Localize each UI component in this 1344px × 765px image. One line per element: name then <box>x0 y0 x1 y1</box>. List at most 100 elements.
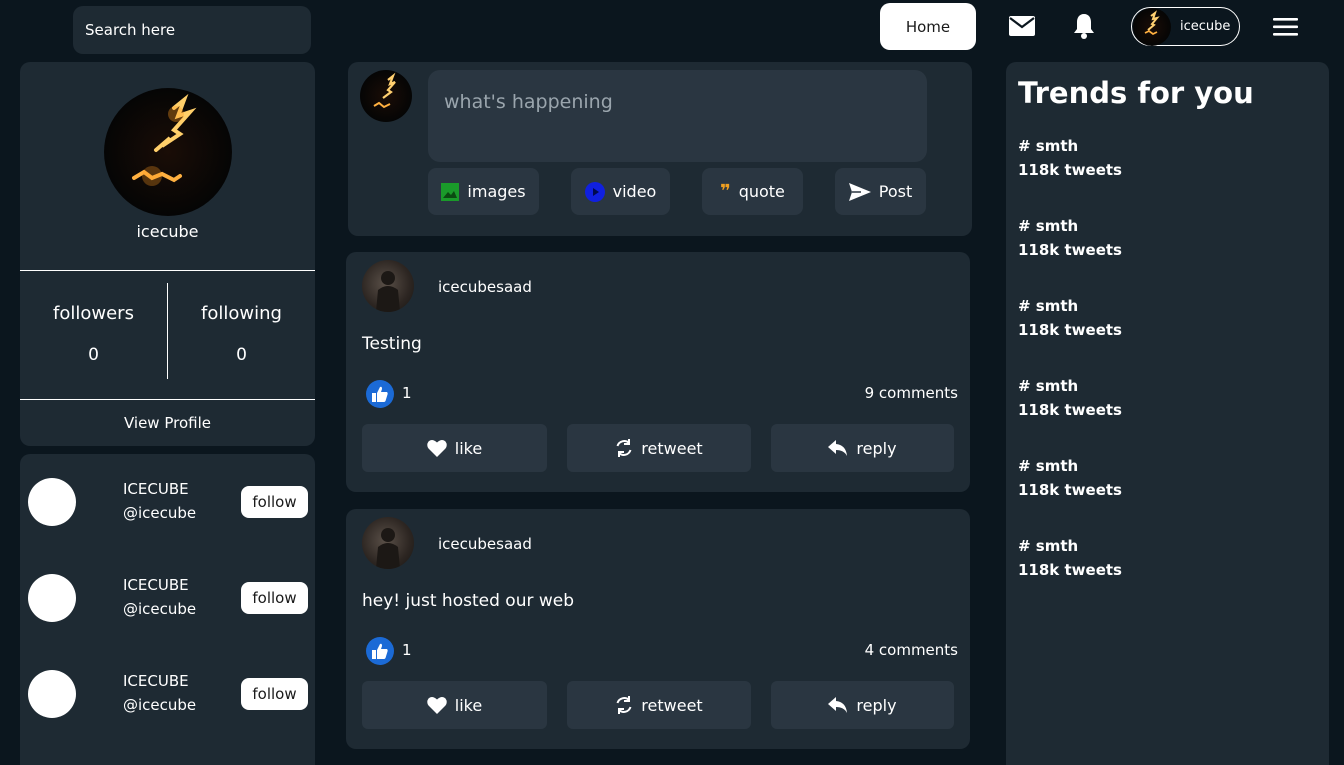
avatar <box>28 574 76 622</box>
quote-icon: ❞ <box>720 181 731 202</box>
compose-input[interactable]: what's happening <box>428 70 927 162</box>
follow-button[interactable]: follow <box>241 678 308 710</box>
trend-tag: # smth <box>1018 217 1079 235</box>
suggestions-card: ICECUBE @icecube follow ICECUBE @icecube… <box>20 454 315 765</box>
following-label: following <box>201 303 282 324</box>
retweet-button[interactable]: retweet <box>567 424 751 472</box>
user-name: icecube <box>1180 19 1231 34</box>
avatar <box>28 478 76 526</box>
suggestion-handle: @icecube <box>123 600 197 618</box>
menu-icon[interactable] <box>1273 17 1298 37</box>
video-button[interactable]: video <box>571 168 670 215</box>
trend-count: 118k tweets <box>1018 561 1122 579</box>
trend-item[interactable]: # smth 118k tweets <box>1018 294 1122 342</box>
trend-tag: # smth <box>1018 377 1079 395</box>
reply-icon <box>828 697 848 713</box>
list-item: ICECUBE @icecube follow <box>20 574 315 634</box>
trend-tag: # smth <box>1018 457 1079 475</box>
followers-count: 0 <box>88 345 99 365</box>
retweet-button[interactable]: retweet <box>567 681 751 729</box>
reply-button[interactable]: reply <box>771 424 954 472</box>
heart-icon <box>427 696 447 714</box>
retweet-label: retweet <box>641 695 703 715</box>
trends-title: Trends for you <box>1018 76 1254 110</box>
comments-count[interactable]: 9 comments <box>865 384 958 402</box>
post-username[interactable]: icecubesaad <box>438 535 532 553</box>
list-item: ICECUBE @icecube follow <box>20 478 315 538</box>
post-card: icecubesaad hey! just hosted our web 1 4… <box>346 509 970 749</box>
trend-tag: # smth <box>1018 537 1079 555</box>
suggestion-name: ICECUBE <box>123 480 189 498</box>
post-card: icecubesaad Testing 1 9 comments like re… <box>346 252 970 492</box>
images-button[interactable]: images <box>428 168 539 215</box>
reply-label: reply <box>856 695 897 715</box>
thumbs-up-icon <box>366 380 394 408</box>
mail-icon[interactable] <box>1008 14 1036 38</box>
like-label: like <box>454 438 483 458</box>
like-label: like <box>454 695 483 715</box>
trend-item[interactable]: # smth 118k tweets <box>1018 214 1122 262</box>
heart-icon <box>427 439 447 457</box>
follow-button[interactable]: follow <box>241 582 308 614</box>
reply-label: reply <box>856 438 897 458</box>
retweet-label: retweet <box>641 438 703 458</box>
followers-label: followers <box>53 303 134 324</box>
trend-item[interactable]: # smth 118k tweets <box>1018 454 1122 502</box>
trend-count: 118k tweets <box>1018 161 1122 179</box>
search-input[interactable]: Search here <box>73 6 311 54</box>
avatar <box>28 670 76 718</box>
home-button[interactable]: Home <box>880 3 976 50</box>
reply-button[interactable]: reply <box>771 681 954 729</box>
send-icon <box>848 182 871 201</box>
reply-icon <box>828 440 848 456</box>
view-profile-link[interactable]: View Profile <box>20 414 315 432</box>
bell-icon[interactable] <box>1072 12 1096 40</box>
images-label: images <box>467 182 526 201</box>
suggestion-handle: @icecube <box>123 504 197 522</box>
retweet-icon <box>616 439 632 457</box>
post-text: hey! just hosted our web <box>362 591 575 611</box>
trends-panel: Trends for you # smth 118k tweets # smth… <box>1006 62 1329 765</box>
divider <box>20 270 315 271</box>
compose-card: what's happening images video ❞ quote Po… <box>348 62 972 236</box>
user-menu[interactable]: icecube <box>1131 7 1240 46</box>
trend-item[interactable]: # smth 118k tweets <box>1018 374 1122 422</box>
avatar <box>1133 7 1171 46</box>
divider <box>20 399 315 400</box>
comments-count[interactable]: 4 comments <box>865 641 958 659</box>
like-button[interactable]: like <box>362 424 547 472</box>
trend-item[interactable]: # smth 118k tweets <box>1018 534 1122 582</box>
like-count: 1 <box>402 641 412 659</box>
like-count: 1 <box>402 384 412 402</box>
post-username[interactable]: icecubesaad <box>438 278 532 296</box>
post-button[interactable]: Post <box>835 168 926 215</box>
trend-tag: # smth <box>1018 297 1079 315</box>
like-button[interactable]: like <box>362 681 547 729</box>
avatar <box>360 70 412 122</box>
suggestion-name: ICECUBE <box>123 672 189 690</box>
post-text: Testing <box>362 334 422 354</box>
post-label: Post <box>878 182 913 201</box>
follow-button[interactable]: follow <box>241 486 308 518</box>
image-icon <box>441 182 460 201</box>
suggestion-handle: @icecube <box>123 696 197 714</box>
quote-button[interactable]: ❞ quote <box>702 168 803 215</box>
trend-count: 118k tweets <box>1018 481 1122 499</box>
trend-tag: # smth <box>1018 137 1079 155</box>
trend-count: 118k tweets <box>1018 241 1122 259</box>
trend-count: 118k tweets <box>1018 321 1122 339</box>
profile-avatar <box>104 88 232 216</box>
following-count: 0 <box>236 345 247 365</box>
profile-name: icecube <box>136 222 199 241</box>
suggestion-name: ICECUBE <box>123 576 189 594</box>
avatar <box>362 260 414 312</box>
trend-item[interactable]: # smth 118k tweets <box>1018 134 1122 182</box>
video-icon <box>584 181 605 202</box>
avatar <box>362 517 414 569</box>
thumbs-up-icon <box>366 637 394 665</box>
video-label: video <box>612 182 657 201</box>
profile-card: icecube followers 0 following 0 View Pro… <box>20 62 315 446</box>
trend-count: 118k tweets <box>1018 401 1122 419</box>
retweet-icon <box>616 696 632 714</box>
list-item: ICECUBE @icecube follow <box>20 670 315 730</box>
